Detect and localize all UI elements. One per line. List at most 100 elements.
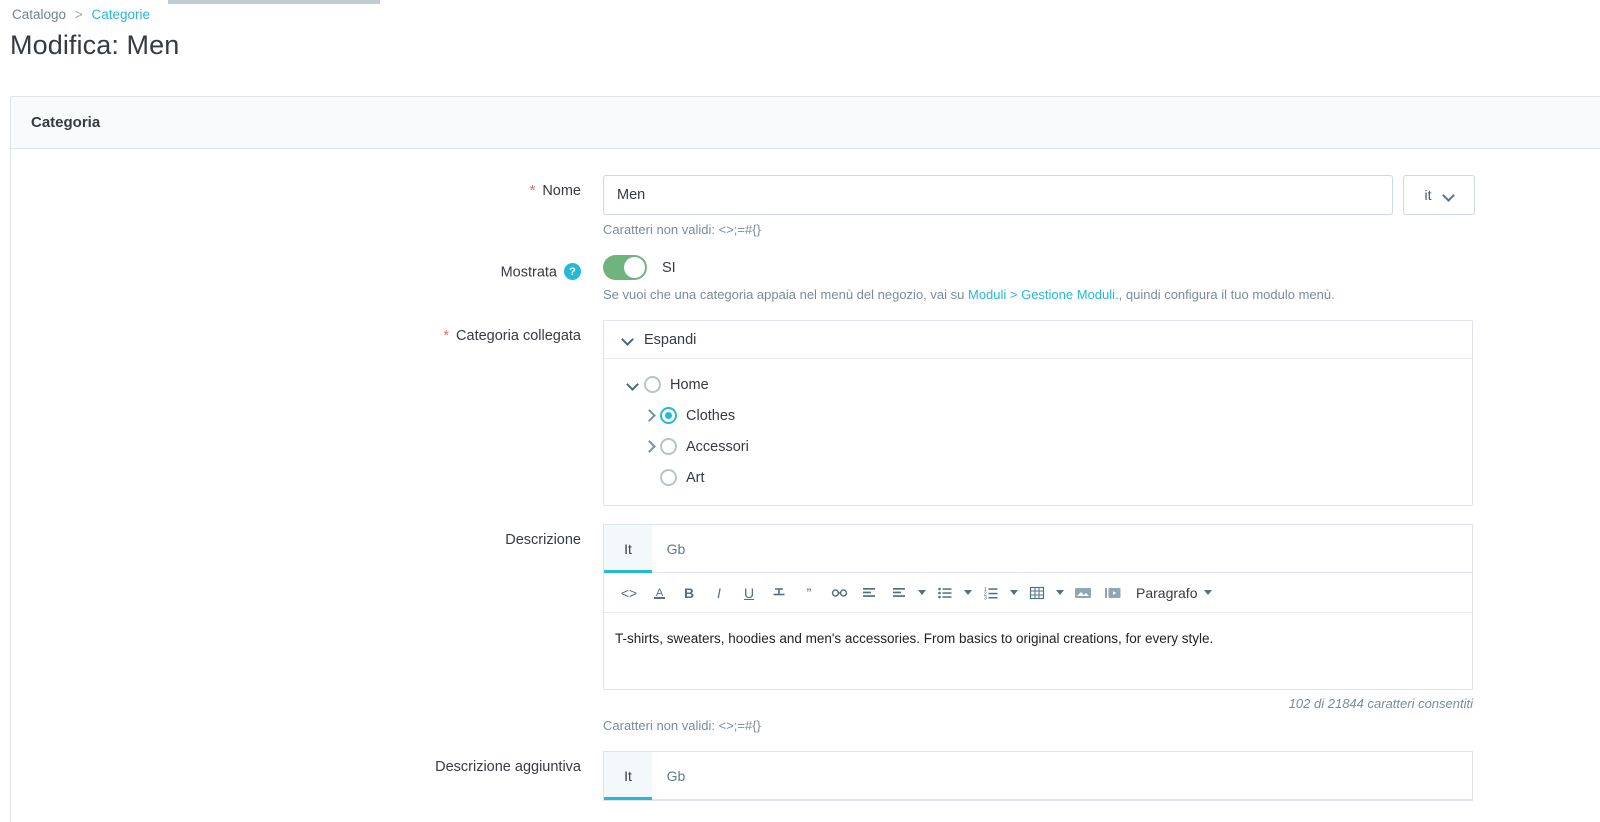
additional-description-label: Descrizione aggiuntiva	[31, 751, 603, 801]
italic-icon[interactable]: I	[704, 578, 734, 608]
modules-link[interactable]: Moduli > Gestione Moduli.	[968, 287, 1119, 302]
name-label: * Nome	[31, 175, 603, 237]
category-panel: Categoria *Nome it Caratteri non vali	[10, 96, 1600, 822]
chevron-down-icon	[1444, 190, 1454, 200]
displayed-label-text: Mostrata	[500, 264, 557, 281]
blockquote-icon[interactable]: ”	[794, 578, 824, 608]
form-row-description: Descrizione It Gb <> A B I U ” 1 2 3 Par…	[31, 524, 1587, 733]
tree-node-radio[interactable]	[644, 376, 661, 393]
link-icon[interactable]	[824, 578, 854, 608]
name-helper-text: Caratteri non validi: <>;=#{}	[603, 222, 761, 237]
align-caret-icon[interactable]	[914, 578, 930, 608]
additional-description-editor: It Gb	[603, 751, 1473, 801]
additional-description-control: It Gb	[603, 751, 1587, 801]
parent-category-label-text: Categoria collegata	[456, 328, 581, 344]
parent-category-control: Espandi Home Clothes Accessori Art	[603, 320, 1587, 506]
tree-node-radio[interactable]	[660, 438, 677, 455]
tab-it[interactable]: It	[604, 752, 652, 800]
tree-expand-toggle[interactable]: Espandi	[604, 321, 1472, 359]
help-icon[interactable]: ?	[564, 263, 581, 280]
top-bar-stub	[168, 0, 380, 4]
chevron-down-icon	[1204, 590, 1213, 595]
name-language-select[interactable]: it	[1403, 175, 1475, 215]
tab-gb[interactable]: Gb	[652, 752, 700, 799]
tree-expand-label: Espandi	[644, 331, 697, 348]
name-language-value: it	[1424, 187, 1432, 203]
tree-node[interactable]: Home	[604, 369, 1472, 400]
category-edit-page: Catalogo > Categorie Modifica: Men Categ…	[0, 0, 1600, 822]
description-label-text: Descrizione	[505, 532, 581, 548]
paragraph-format-label: Paragrafo	[1136, 584, 1198, 601]
unordered-list-caret-icon[interactable]	[960, 578, 976, 608]
additional-description-language-tabs: It Gb	[604, 752, 1472, 800]
form-row-name: * Nome it Caratteri non validi: <>;=#{}	[31, 175, 1587, 237]
tree-node[interactable]: Accessori	[604, 431, 1472, 462]
panel-title: Categoria	[31, 114, 101, 131]
tree-node-label: Home	[670, 376, 709, 393]
breadcrumb: Catalogo > Categorie	[12, 6, 150, 24]
panel-body: * Nome it Caratteri non validi: <>;=#{}	[11, 149, 1600, 822]
name-required-marker: *	[529, 183, 536, 199]
code-icon[interactable]: <>	[614, 578, 644, 608]
underline-icon[interactable]: U	[734, 578, 764, 608]
category-tree: Espandi Home Clothes Accessori Art	[603, 320, 1473, 506]
form-row-additional-description: Descrizione aggiuntiva It Gb	[31, 751, 1587, 801]
chevron-right-icon[interactable]	[637, 411, 659, 420]
image-icon[interactable]	[1068, 578, 1098, 608]
displayed-control: SI Se vuoi che una categoria appaia nel …	[603, 255, 1587, 302]
displayed-helper-suffix: , quindi configura il tuo modulo menù.	[1118, 287, 1335, 302]
displayed-toggle-state: SI	[662, 259, 676, 276]
video-icon[interactable]	[1098, 578, 1128, 608]
ordered-list-icon[interactable]: 123	[976, 578, 1006, 608]
description-editor: It Gb <> A B I U ” 1 2 3 Paragrafo T-shi…	[603, 524, 1473, 690]
tab-gb[interactable]: Gb	[652, 525, 700, 572]
align-left-icon[interactable]	[854, 578, 884, 608]
description-language-tabs: It Gb	[604, 525, 1472, 573]
strikethrough-icon[interactable]	[764, 578, 794, 608]
displayed-helper-text: Se vuoi che una categoria appaia nel men…	[603, 287, 1587, 302]
name-input-line: it	[603, 175, 1587, 215]
chevron-right-icon[interactable]	[637, 442, 659, 451]
tree-node-list: Home Clothes Accessori Art	[604, 359, 1472, 505]
tree-node-label: Art	[686, 469, 705, 486]
table-caret-icon[interactable]	[1052, 578, 1068, 608]
page-title: Modifica: Men	[10, 30, 180, 60]
description-toolbar: <> A B I U ” 1 2 3 Paragrafo	[604, 573, 1472, 613]
description-content[interactable]: T-shirts, sweaters, hoodies and men's ac…	[604, 613, 1472, 689]
tree-node[interactable]: Clothes	[604, 400, 1472, 431]
tree-node[interactable]: Art	[604, 462, 1472, 493]
description-control: It Gb <> A B I U ” 1 2 3 Paragrafo T-shi…	[603, 524, 1587, 733]
name-label-text: Nome	[542, 183, 581, 199]
displayed-toggle-line: SI	[603, 255, 1587, 280]
breadcrumb-separator: >	[74, 7, 83, 22]
chevron-down-icon	[623, 335, 632, 344]
parent-category-label: * Categoria collegata	[31, 320, 603, 506]
description-character-counter: 102 di 21844 caratteri consentiti	[1288, 696, 1473, 711]
toggle-knob	[624, 257, 645, 278]
additional-description-label-text: Descrizione aggiuntiva	[435, 759, 581, 775]
name-input[interactable]	[603, 175, 1393, 215]
panel-header: Categoria	[11, 97, 1600, 149]
table-icon[interactable]	[1022, 578, 1052, 608]
svg-text:3: 3	[984, 595, 987, 600]
tree-node-radio[interactable]	[660, 469, 677, 486]
displayed-label: Mostrata?	[31, 255, 603, 302]
text-color-icon[interactable]: A	[644, 578, 674, 608]
bold-icon[interactable]: B	[674, 578, 704, 608]
tab-it[interactable]: It	[604, 525, 652, 573]
chevron-down-icon[interactable]	[621, 380, 643, 389]
displayed-toggle[interactable]	[603, 255, 647, 280]
displayed-helper-prefix: Se vuoi che una categoria appaia nel men…	[603, 287, 968, 302]
breadcrumb-root[interactable]: Catalogo	[12, 7, 66, 22]
tree-node-label: Accessori	[686, 438, 749, 455]
tree-node-label: Clothes	[686, 407, 736, 424]
unordered-list-icon[interactable]	[930, 578, 960, 608]
paragraph-format-dropdown[interactable]: Paragrafo	[1128, 578, 1220, 608]
form-row-parent-category: * Categoria collegata Espandi Home Cloth…	[31, 320, 1587, 506]
parent-category-required-marker: *	[443, 328, 450, 344]
description-label: Descrizione	[31, 524, 603, 733]
align-dropdown-icon[interactable]	[884, 578, 914, 608]
breadcrumb-current[interactable]: Categorie	[91, 7, 150, 22]
ordered-list-caret-icon[interactable]	[1006, 578, 1022, 608]
tree-node-radio-selected[interactable]	[660, 407, 677, 424]
